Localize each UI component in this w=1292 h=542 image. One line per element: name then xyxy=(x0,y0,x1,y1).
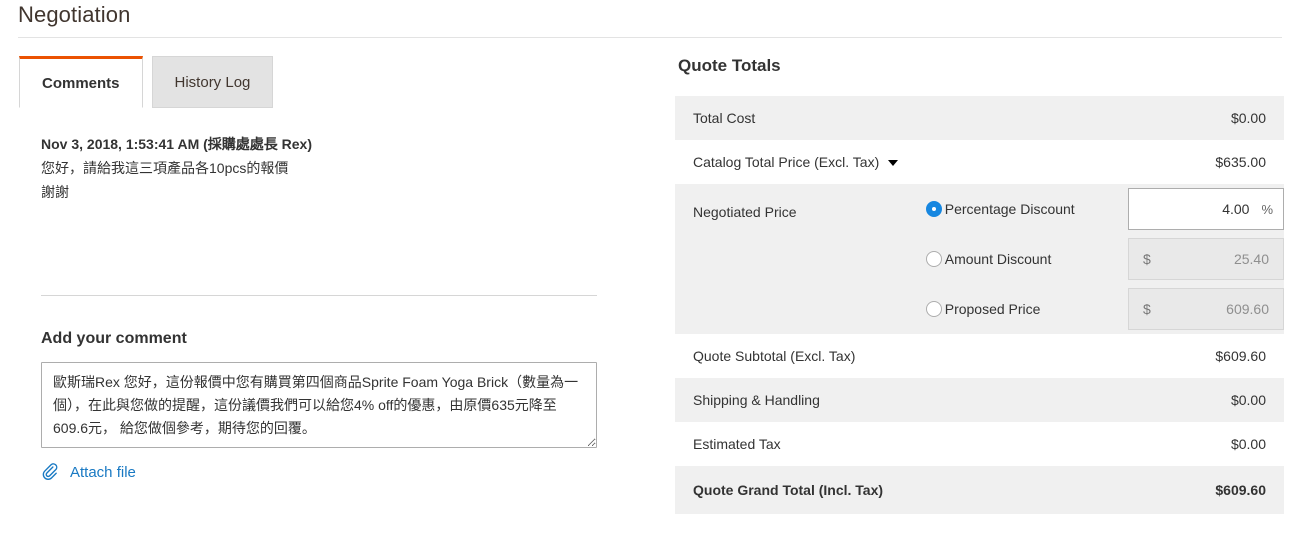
percent-symbol: % xyxy=(1261,201,1273,217)
percentage-discount-input[interactable]: 4.00 % xyxy=(1128,188,1284,230)
tab-comments[interactable]: Comments xyxy=(19,56,143,108)
add-comment-heading: Add your comment xyxy=(41,330,187,347)
table-row-catalog-total-price: Catalog Total Price (Excl. Tax) $635.00 xyxy=(675,140,1284,184)
amount-discount-input: $ 25.40 xyxy=(1128,238,1284,280)
option-amount-discount[interactable]: Amount Discount $ 25.40 xyxy=(925,234,1284,284)
radio-amount-discount[interactable] xyxy=(925,251,942,267)
quote-totals-table: Total Cost $0.00 Catalog Total Price (Ex… xyxy=(675,96,1284,514)
table-row-quote-subtotal: Quote Subtotal (Excl. Tax) $609.60 xyxy=(675,334,1284,378)
tab-comments-label: Comments xyxy=(42,74,120,92)
negotiation-left-panel: Comments History Log Nov 3, 2018, 1:53:4… xyxy=(0,44,640,542)
quote-grand-total-label: Quote Grand Total (Incl. Tax) xyxy=(693,482,884,498)
comment-thread: Nov 3, 2018, 1:53:41 AM (採購處處長 Rex) 您好，請… xyxy=(41,132,601,204)
comment-meta: Nov 3, 2018, 1:53:41 AM (採購處處長 Rex) xyxy=(41,136,313,152)
negotiated-price-label: Negotiated Price xyxy=(693,204,797,220)
table-row-total-cost: Total Cost $0.00 xyxy=(675,96,1284,140)
quote-totals-panel: Quote Totals Total Cost $0.00 Catalog To… xyxy=(675,44,1284,514)
percentage-discount-value: 4.00 xyxy=(1222,201,1250,217)
dollar-symbol: $ xyxy=(1143,301,1151,317)
quote-totals-title: Quote Totals xyxy=(678,56,781,75)
attach-file-label: Attach file xyxy=(70,463,136,481)
catalog-total-price-value: $635.00 xyxy=(1215,154,1266,170)
tab-history-log-label: History Log xyxy=(174,73,251,91)
table-row-shipping-handling: Shipping & Handling $0.00 xyxy=(675,378,1284,422)
shipping-handling-label: Shipping & Handling xyxy=(693,392,820,408)
option-proposed-price[interactable]: Proposed Price $ 609.60 xyxy=(925,284,1284,334)
total-cost-value: $0.00 xyxy=(1230,110,1266,126)
dollar-symbol: $ xyxy=(1143,251,1151,267)
table-row-quote-grand-total: Quote Grand Total (Incl. Tax) $609.60 xyxy=(675,466,1284,514)
comment-input[interactable] xyxy=(41,362,597,448)
tab-history-log[interactable]: History Log xyxy=(151,56,274,108)
negotiated-price-options: Percentage Discount 4.00 % Amount Discou… xyxy=(925,184,1284,334)
radio-amount-discount-label[interactable]: Amount Discount xyxy=(945,251,1052,267)
catalog-total-price-cell: Catalog Total Price (Excl. Tax) xyxy=(675,140,926,184)
negotiation-page: Negotiation Comments History Log Nov 3, … xyxy=(0,0,1292,542)
estimated-tax-value: $0.00 xyxy=(1230,436,1266,452)
quote-subtotal-value: $609.60 xyxy=(1215,348,1266,364)
radio-proposed-price-label[interactable]: Proposed Price xyxy=(945,301,1041,317)
comment-divider xyxy=(41,295,597,296)
title-divider xyxy=(18,37,1282,38)
comment-text-line-1: 您好，請給我這三項產品各10pcs的報價 xyxy=(41,160,289,176)
amount-discount-value: 25.40 xyxy=(1233,251,1269,267)
radio-percentage-discount-label[interactable]: Percentage Discount xyxy=(945,201,1075,217)
estimated-tax-label: Estimated Tax xyxy=(693,436,781,452)
table-row-estimated-tax: Estimated Tax $0.00 xyxy=(675,422,1284,466)
page-title: Negotiation xyxy=(18,2,131,27)
radio-percentage-discount[interactable] xyxy=(925,201,942,217)
chevron-down-icon[interactable] xyxy=(888,160,899,167)
attach-file-button[interactable]: Attach file xyxy=(41,462,136,482)
table-row-negotiated-price: Negotiated Price Percentage Discount 4.0… xyxy=(675,184,1284,334)
shipping-handling-value: $0.00 xyxy=(1230,392,1266,408)
tab-strip: Comments History Log xyxy=(19,56,274,108)
option-percentage-discount[interactable]: Percentage Discount 4.00 % xyxy=(925,184,1284,234)
paperclip-icon xyxy=(41,462,61,482)
total-cost-label: Total Cost xyxy=(693,110,756,126)
proposed-price-value: 609.60 xyxy=(1226,301,1269,317)
proposed-price-input: $ 609.60 xyxy=(1128,288,1284,330)
catalog-total-price-label: Catalog Total Price (Excl. Tax) xyxy=(693,154,880,170)
radio-proposed-price[interactable] xyxy=(925,301,942,317)
comment-text-line-2: 謝謝 xyxy=(41,184,69,200)
quote-subtotal-label: Quote Subtotal (Excl. Tax) xyxy=(693,348,856,364)
quote-grand-total-value: $609.60 xyxy=(1215,482,1266,498)
